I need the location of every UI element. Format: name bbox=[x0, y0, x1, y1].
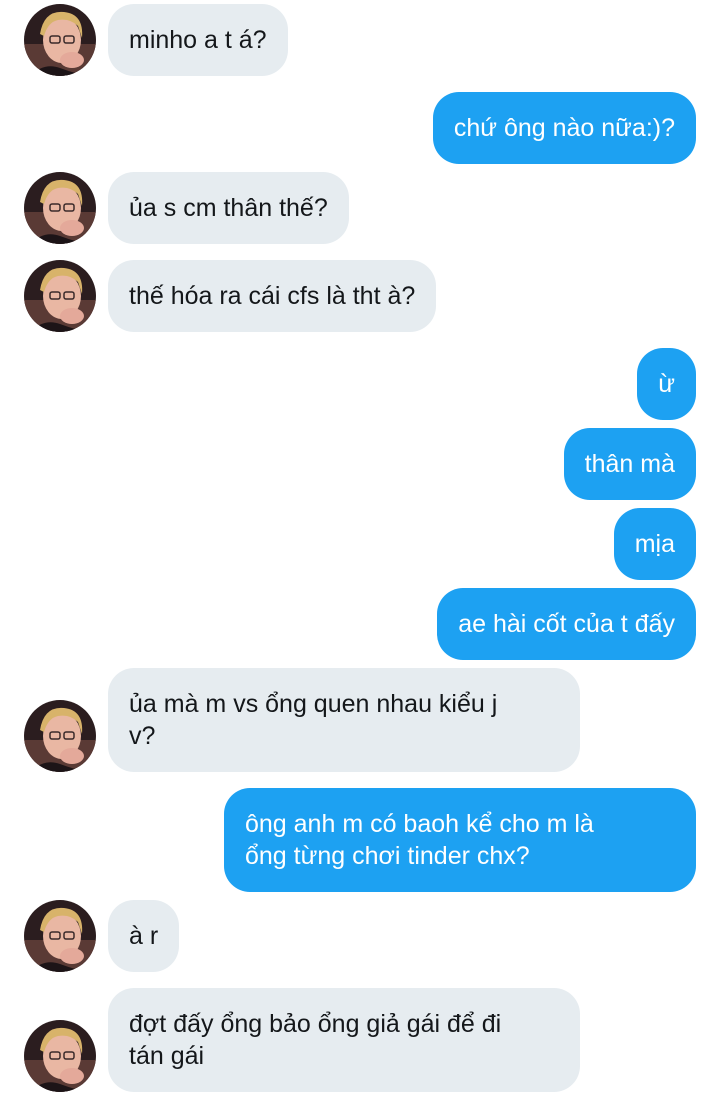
message-row: minho a t á? bbox=[0, 4, 720, 76]
message-row: thân mà bbox=[0, 428, 720, 500]
message-row: ủa mà m vs ổng quen nhau kiểu j v? bbox=[0, 668, 720, 772]
message-bubble-outgoing[interactable]: thân mà bbox=[563, 428, 696, 500]
message-row: đợt đấy ổng bảo ổng giả gái để đi tán gá… bbox=[0, 988, 720, 1092]
contact-avatar[interactable] bbox=[24, 1020, 96, 1092]
message-bubble-incoming[interactable]: ủa mà m vs ổng quen nhau kiểu j v? bbox=[108, 668, 580, 772]
contact-avatar[interactable] bbox=[24, 700, 96, 772]
message-bubble-outgoing[interactable]: ừ bbox=[637, 348, 696, 420]
contact-avatar[interactable] bbox=[24, 900, 96, 972]
contact-avatar[interactable] bbox=[24, 172, 96, 244]
message-bubble-incoming[interactable]: thế hóa ra cái cfs là tht à? bbox=[108, 260, 437, 332]
message-row: ừ bbox=[0, 348, 720, 420]
message-bubble-outgoing[interactable]: ông anh m có baoh kể cho m là ổng từng c… bbox=[224, 788, 696, 892]
message-bubble-outgoing[interactable]: ae hài cốt của t đấy bbox=[437, 588, 696, 660]
message-row: à r bbox=[0, 900, 720, 972]
message-bubble-incoming[interactable]: đợt đấy ổng bảo ổng giả gái để đi tán gá… bbox=[108, 988, 580, 1092]
message-row: thế hóa ra cái cfs là tht à? bbox=[0, 260, 720, 332]
message-row: mịa bbox=[0, 508, 720, 580]
contact-avatar[interactable] bbox=[24, 260, 96, 332]
message-bubble-incoming[interactable]: minho a t á? bbox=[108, 4, 288, 76]
contact-avatar[interactable] bbox=[24, 4, 96, 76]
message-row: ủa s cm thân thế? bbox=[0, 172, 720, 244]
message-row: ae hài cốt của t đấy bbox=[0, 588, 720, 660]
message-bubble-incoming[interactable]: à r bbox=[108, 900, 180, 972]
message-bubble-outgoing[interactable]: mịa bbox=[613, 508, 696, 580]
message-bubble-outgoing[interactable]: chứ ông nào nữa:)? bbox=[432, 92, 696, 164]
message-row: ông anh m có baoh kể cho m là ổng từng c… bbox=[0, 788, 720, 892]
message-bubble-incoming[interactable]: ủa s cm thân thế? bbox=[108, 172, 349, 244]
message-row: chứ ông nào nữa:)? bbox=[0, 92, 720, 164]
